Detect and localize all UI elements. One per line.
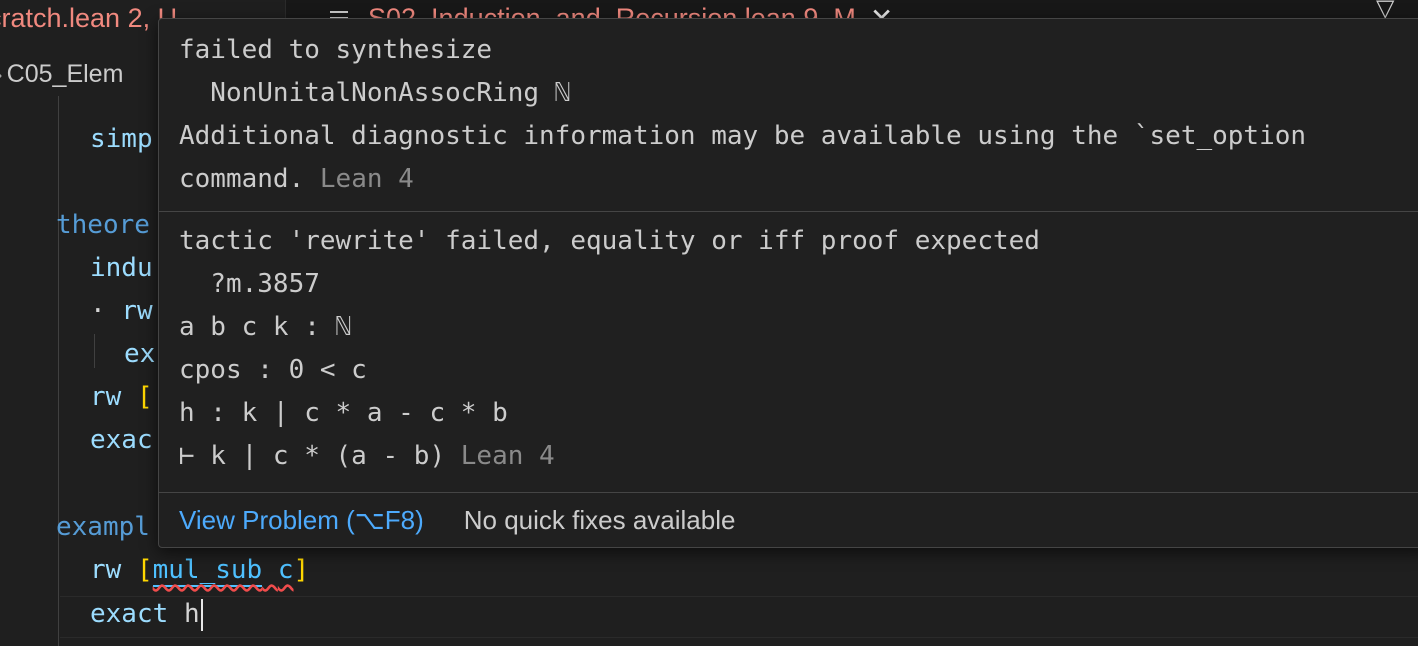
code-line: theore: [56, 210, 150, 240]
code-line: rw [mul_sub c]: [90, 555, 310, 587]
code-line: simp: [90, 124, 153, 154]
quick-fixes-status: No quick fixes available: [463, 505, 736, 535]
chevron-right-icon: ›: [0, 59, 3, 90]
mul-sub-link[interactable]: mul_sub: [152, 555, 263, 587]
view-problem-link[interactable]: View Problem (⌥F8): [179, 505, 424, 536]
code-line: exac: [90, 425, 153, 455]
indent-guide: [58, 96, 59, 646]
current-line-highlight: [60, 596, 1418, 638]
code-line: · rw: [90, 296, 153, 326]
code-line: exact h: [90, 593, 203, 635]
diagnostic-message: tactic 'rewrite' failed, equality or iff…: [179, 226, 1040, 471]
text-cursor: [200, 598, 203, 631]
code-line: exampl: [56, 512, 150, 542]
hover-status-bar: View Problem (⌥F8) No quick fixes availa…: [159, 492, 1418, 547]
code-line: ex: [124, 339, 156, 369]
code-line: rw [: [90, 382, 153, 412]
diagnostic-message: failed to synthesize NonUnitalNonAssocRi…: [179, 35, 1307, 194]
diagnostic-source: Lean 4: [319, 164, 414, 194]
code-line: indu: [90, 253, 153, 283]
indent-guide: [94, 334, 95, 368]
diagnostic-source: Lean 4: [460, 441, 555, 471]
breadcrumb-item[interactable]: C05_Elem: [7, 60, 124, 89]
breadcrumb: › C05_Elem: [0, 52, 123, 96]
tab-label: cratch.lean 2, U: [0, 2, 178, 33]
hover-diagnostics-popup: failed to synthesize NonUnitalNonAssocRi…: [158, 18, 1418, 548]
